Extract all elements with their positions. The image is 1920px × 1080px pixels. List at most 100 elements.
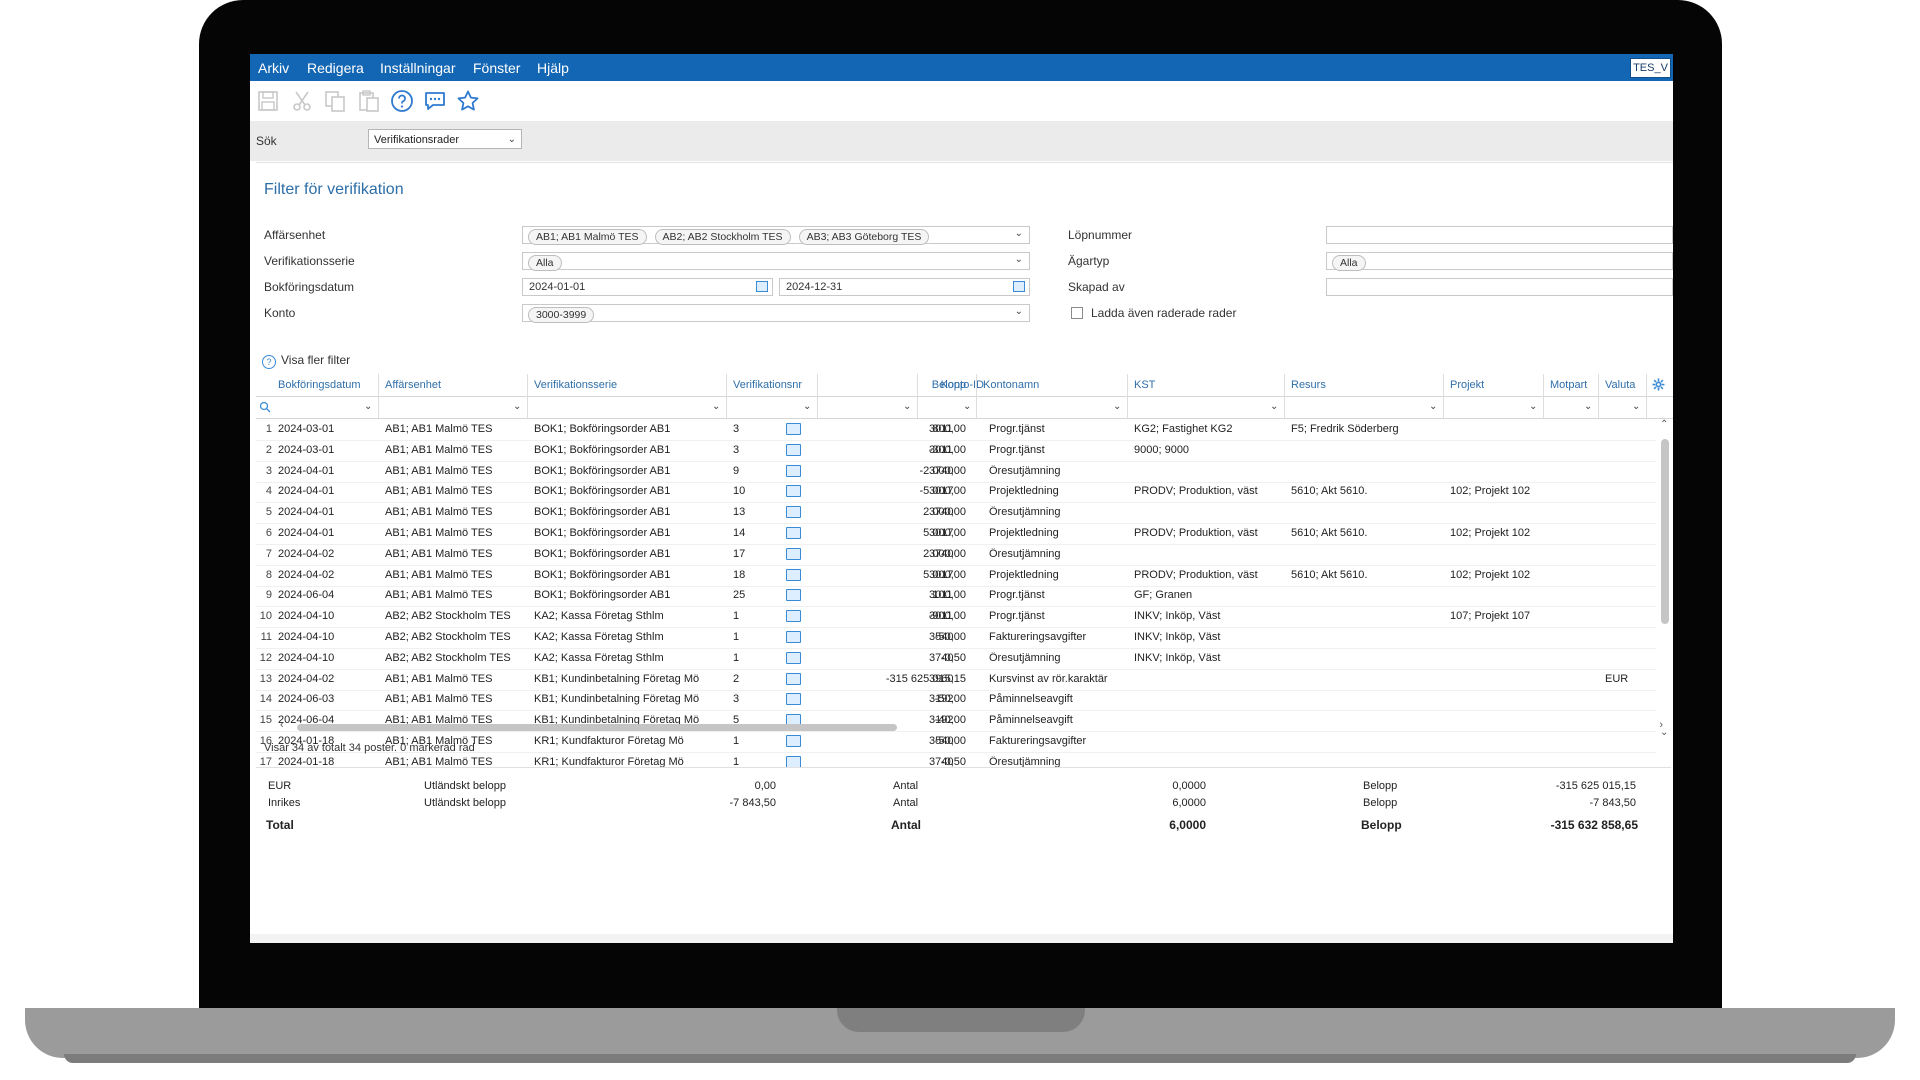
open-verification-icon[interactable] [786,735,801,747]
affarsenhet-field[interactable]: AB1; AB1 Malmö TES AB2; AB2 Stockholm TES… [522,226,1030,245]
chat-icon[interactable] [423,89,447,113]
laptop-notch [837,1008,1085,1032]
agartyp-field[interactable]: Alla [1326,252,1673,271]
col-verifikationsnr[interactable]: Verifikationsnr [733,379,819,391]
table-row[interactable]: 4 2024-04-01 AB1; AB1 Malmö TES BOK1; Bokfö… [256,481,1656,504]
col-resurs[interactable]: Resurs [1291,379,1411,391]
open-verification-icon[interactable] [786,547,801,560]
ladda-raderade-checkbox[interactable] [1071,307,1083,319]
filter-chevron-icon[interactable]: ⌄ [1529,401,1537,412]
col-bokforingsdatum[interactable]: Bokföringsdatum [278,379,372,391]
totals-inrikes-antal: 6,0000 [1172,797,1206,809]
paste-icon[interactable] [357,89,381,113]
affarsenhet-chip-ab1[interactable]: AB1; AB1 Malmö TES [528,229,647,245]
table-row[interactable]: 9 2024-06-04 AB1; AB1 Malmö TES BOK1; Bokfö… [256,585,1656,608]
open-verification-icon[interactable] [786,651,801,664]
col-verifikationsserie[interactable]: Verifikationsserie [534,379,684,391]
filter-chevron-icon[interactable]: ⌄ [1113,401,1121,412]
open-verification-icon[interactable] [786,589,801,602]
filter-chevron-icon[interactable]: ⌄ [712,401,720,412]
calendar-icon[interactable] [756,281,768,292]
verifikationsserie-field[interactable]: Alla ⌄ [522,252,1030,271]
open-verification-icon[interactable] [786,610,801,623]
table-row[interactable]: 10 2024-04-10 AB2; AB2 Stockholm TES KA2; K… [256,606,1656,629]
horizontal-scrollbar[interactable]: ‹ › [280,719,1663,732]
table-row[interactable]: 7 2024-04-02 AB1; AB1 Malmö TES BOK1; Bokfö… [256,544,1656,566]
filter-chevron-icon[interactable]: ⌄ [903,401,911,412]
calendar-icon[interactable] [1013,281,1025,292]
table-row[interactable]: 2 2024-03-01 AB1; AB1 Malmö TES BOK1; Bokfö… [256,440,1656,462]
open-verification-icon[interactable] [786,464,801,477]
table-cell: KA2; Kassa Företag Sthlm [534,631,664,643]
agartyp-chip[interactable]: Alla [1332,255,1366,271]
open-verification-icon[interactable] [786,423,801,435]
verifikationsserie-chip[interactable]: Alla [528,255,562,271]
filter-chevron-icon[interactable]: ⌄ [963,401,971,412]
vertical-scrollbar[interactable]: ⌃ ⌄ [1659,419,1671,738]
filter-chevron-icon[interactable]: ⌄ [1270,401,1278,412]
menu-hjalp[interactable]: Hjälp [537,60,569,76]
konto-field[interactable]: 3000-3999 ⌄ [522,304,1030,323]
scroll-left-icon[interactable]: ‹ [280,719,284,731]
col-konto-id[interactable]: Konto-ID [924,379,984,391]
date-to-field[interactable]: 2024-12-31 [779,278,1030,296]
search-icon[interactable] [259,401,271,413]
col-motpart[interactable]: Motpart [1550,379,1600,391]
search-select[interactable]: Verifikationsrader ⌄ [368,129,522,149]
scroll-up-icon[interactable]: ⌃ [1660,419,1668,430]
table-row[interactable]: 14 2024-06-03 AB1; AB1 Malmö TES KB1; Kundi… [256,689,1656,712]
col-valuta[interactable]: Valuta [1605,379,1645,391]
cut-icon[interactable] [290,89,314,113]
user-badge[interactable]: TES_V [1630,58,1671,78]
menu-installningar[interactable]: Inställningar [380,60,456,76]
vertical-scroll-thumb[interactable] [1661,439,1669,624]
open-verification-icon[interactable] [786,527,801,539]
table-row[interactable]: 12 2024-04-10 AB2; AB2 Stockholm TES KA2; K… [256,648,1656,670]
save-icon[interactable] [256,89,280,113]
scroll-right-icon[interactable]: › [1659,719,1663,731]
skapad-av-field[interactable] [1326,278,1673,296]
table-row[interactable]: 5 2024-04-01 AB1; AB1 Malmö TES BOK1; Bokfö… [256,502,1656,525]
filter-chevron-icon[interactable]: ⌄ [1429,401,1437,412]
gear-icon[interactable] [1652,378,1665,391]
open-verification-icon[interactable] [786,755,801,768]
more-filters-link[interactable]: ? Visa fler filter [262,353,350,369]
open-verification-icon[interactable] [786,672,801,685]
copy-icon[interactable] [323,89,347,113]
table-row[interactable]: 6 2024-04-01 AB1; AB1 Malmö TES BOK1; Bokfö… [256,523,1656,545]
affarsenhet-chip-ab3[interactable]: AB3; AB3 Göteborg TES [798,229,930,245]
open-verification-icon[interactable] [786,568,801,581]
col-kst[interactable]: KST [1134,379,1254,391]
verifikationsserie-label: Verifikationsserie [264,254,355,268]
menu-fonster[interactable]: Fönster [473,60,520,76]
date-from-field[interactable]: 2024-01-01 [522,278,773,296]
horizontal-scroll-thumb[interactable] [297,724,897,731]
table-row[interactable]: 8 2024-04-02 AB1; AB1 Malmö TES BOK1; Bokfö… [256,565,1656,587]
open-verification-icon[interactable] [786,443,801,456]
filter-chevron-icon[interactable]: ⌄ [364,401,372,412]
col-projekt[interactable]: Projekt [1450,379,1530,391]
table-row[interactable]: 11 2024-04-10 AB2; AB2 Stockholm TES KA2; K… [256,627,1656,649]
col-affarsenhet[interactable]: Affärsenhet [385,379,495,391]
lopnummer-field[interactable] [1326,226,1673,244]
table-cell: 2024-04-01 [278,464,335,477]
menu-redigera[interactable]: Redigera [307,60,364,76]
affarsenhet-chip-ab2[interactable]: AB2; AB2 Stockholm TES [654,229,791,245]
filter-chevron-icon[interactable]: ⌄ [1632,401,1640,412]
col-kontonamn[interactable]: Kontonamn [983,379,1103,391]
open-verification-icon[interactable] [786,631,801,643]
star-icon[interactable] [456,89,480,113]
filter-chevron-icon[interactable]: ⌄ [513,401,521,412]
help-icon[interactable] [390,89,414,113]
table-cell: 1 [733,651,740,664]
table-row[interactable]: 3 2024-04-01 AB1; AB1 Malmö TES BOK1; Bokfö… [256,461,1656,483]
filter-chevron-icon[interactable]: ⌄ [1584,401,1592,412]
menu-arkiv[interactable]: Arkiv [258,60,289,76]
open-verification-icon[interactable] [786,485,801,498]
table-row[interactable]: 13 2024-04-02 AB1; AB1 Malmö TES KB1; Kundi… [256,669,1656,691]
filter-chevron-icon[interactable]: ⌄ [803,401,811,412]
table-row[interactable]: 1 2024-03-01 AB1; AB1 Malmö TES BOK1; Bokfö… [256,419,1656,441]
open-verification-icon[interactable] [786,693,801,706]
konto-chip[interactable]: 3000-3999 [528,307,595,323]
open-verification-icon[interactable] [786,506,801,519]
